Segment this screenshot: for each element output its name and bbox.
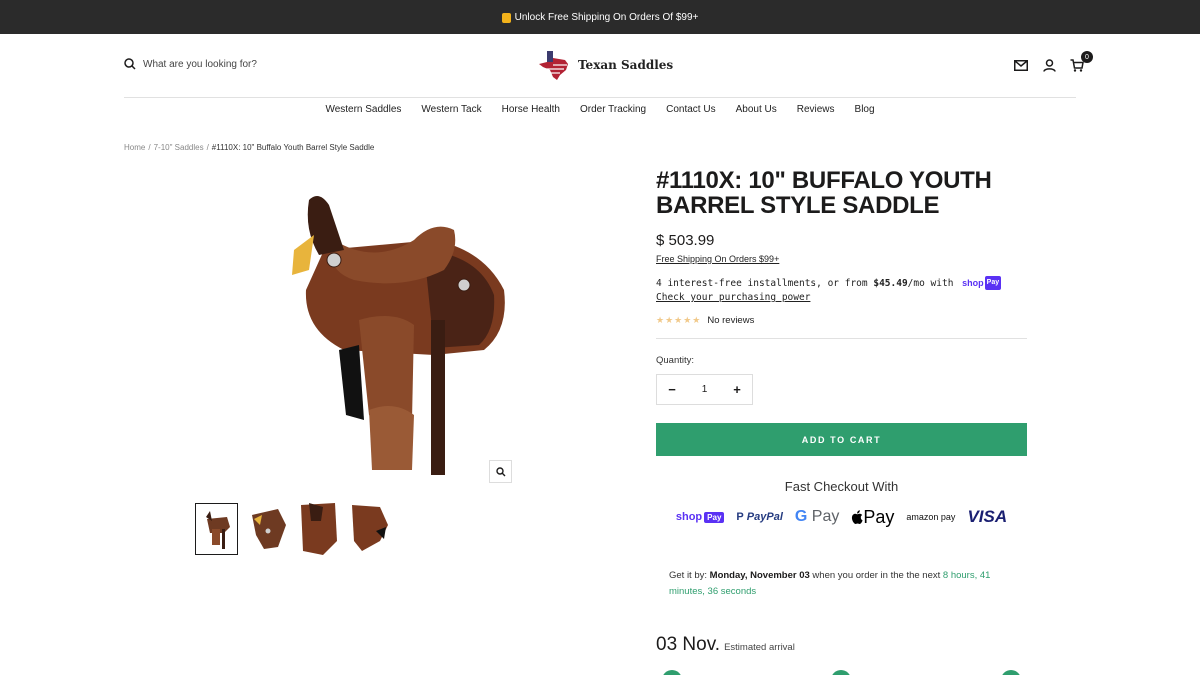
search-input[interactable] bbox=[143, 58, 343, 70]
check-purchasing-power-link[interactable]: Check your purchasing power bbox=[656, 292, 810, 303]
texas-flag-logo-icon bbox=[539, 51, 568, 80]
arrival-label: Estimated arrival bbox=[724, 642, 795, 653]
fast-checkout-heading: Fast Checkout With bbox=[784, 479, 899, 494]
product-title: #1110X: 10" Buffalo Youth Barrel Style S… bbox=[656, 167, 992, 219]
nav-horse-health[interactable]: Horse Health bbox=[502, 104, 560, 115]
thumbnail-1[interactable] bbox=[195, 503, 238, 555]
quantity-stepper: − 1 + bbox=[656, 374, 753, 405]
breadcrumb-current: #1110X: 10" Buffalo Youth Barrel Style S… bbox=[211, 143, 375, 152]
cart-count-badge: 0 bbox=[1081, 51, 1093, 63]
breadcrumb-separator: / bbox=[148, 143, 151, 152]
add-to-cart-button[interactable]: ADD TO CART bbox=[656, 423, 1027, 456]
header-divider bbox=[124, 97, 1076, 98]
installments-prefix: 4 interest-free installments, or from bbox=[656, 278, 874, 289]
quantity-label: Quantity: bbox=[656, 355, 695, 366]
apple-pay-text: Pay bbox=[863, 506, 895, 527]
logo-text: Texan Saddles bbox=[578, 58, 674, 72]
shop-pay-logo: shop Pay bbox=[676, 511, 725, 523]
thumbnail-list bbox=[195, 503, 391, 555]
breadcrumb-home[interactable]: Home bbox=[124, 143, 145, 152]
google-pay-logo: G Pay bbox=[795, 508, 839, 526]
site-logo[interactable]: Texan Saddles bbox=[537, 48, 673, 82]
paypal-logo-text: PayPal bbox=[746, 511, 783, 523]
info-divider bbox=[656, 338, 1027, 339]
installments-amount: $45.49 bbox=[873, 278, 908, 289]
visa-logo: VISA bbox=[967, 507, 1008, 526]
search-bar[interactable] bbox=[124, 58, 343, 70]
timeline-step-icon bbox=[1001, 670, 1021, 675]
estimated-arrival: 03 Nov. Estimated arrival bbox=[656, 634, 1027, 656]
paypal-logo: P PayPal bbox=[736, 511, 783, 523]
nav-western-tack[interactable]: Western Tack bbox=[421, 104, 481, 115]
apple-icon bbox=[852, 509, 863, 524]
shop-pay-logo-shop: shop bbox=[675, 511, 703, 523]
header-icons: 0 bbox=[1013, 51, 1093, 73]
cart-icon[interactable]: 0 bbox=[1069, 51, 1093, 73]
timeline-step-icon bbox=[662, 670, 682, 675]
product-gallery bbox=[124, 160, 584, 580]
nav-order-tracking[interactable]: Order Tracking bbox=[580, 104, 646, 115]
product-price: $ 503.99 bbox=[656, 232, 715, 249]
nav-about-us[interactable]: About Us bbox=[736, 104, 777, 115]
nav-western-saddles[interactable]: Western Saddles bbox=[325, 104, 401, 115]
search-icon[interactable] bbox=[124, 58, 136, 70]
google-g-icon: G bbox=[794, 508, 808, 525]
announcement-bar: Unlock Free Shipping On Orders Of $99+ bbox=[0, 0, 1200, 34]
amazon-pay-logo: amazon pay bbox=[906, 512, 956, 522]
site-header: Texan Saddles 0 bbox=[0, 34, 1200, 98]
breadcrumb-category[interactable]: 7-10" Saddles bbox=[154, 143, 204, 152]
installments-suffix: /mo with bbox=[907, 278, 954, 289]
arrival-date: 03 Nov. bbox=[656, 634, 721, 655]
delivery-date: Monday, November 03 bbox=[709, 570, 810, 581]
shop-pay-badge: shop Pay bbox=[962, 276, 1002, 290]
main-nav: Western Saddles Western Tack Horse Healt… bbox=[0, 104, 1200, 115]
breadcrumb: Home/7-10" Saddles / #1110X: 10" Buffalo Y… bbox=[124, 143, 374, 152]
installments-info: 4 interest-free installments, or from $4… bbox=[656, 276, 1027, 305]
account-icon[interactable] bbox=[1041, 57, 1057, 73]
quantity-decrease-button[interactable]: − bbox=[667, 382, 677, 397]
thumbnail-3[interactable] bbox=[297, 503, 340, 555]
delivery-timeline bbox=[660, 670, 1022, 675]
thumbnail-4[interactable] bbox=[348, 503, 391, 555]
product-main-image[interactable] bbox=[284, 180, 514, 480]
mail-icon[interactable] bbox=[1013, 57, 1029, 73]
nav-reviews[interactable]: Reviews bbox=[797, 104, 835, 115]
quantity-value[interactable]: 1 bbox=[702, 384, 708, 395]
star-rating-icon: ★★★★★ bbox=[656, 315, 702, 325]
apple-pay-logo: Pay bbox=[851, 507, 894, 528]
delivery-prefix: Get it by: bbox=[669, 570, 710, 581]
rating-text: No reviews bbox=[707, 315, 755, 326]
zoom-icon bbox=[495, 466, 505, 476]
lock-icon bbox=[501, 13, 511, 23]
delivery-estimate: Get it by: Monday, November 03 when you … bbox=[656, 568, 996, 600]
nav-contact-us[interactable]: Contact Us bbox=[666, 104, 715, 115]
free-shipping-link[interactable]: Free Shipping On Orders $99+ bbox=[656, 254, 1027, 264]
announcement-text: Unlock Free Shipping On Orders Of $99+ bbox=[514, 11, 699, 23]
timeline-step-icon bbox=[831, 670, 851, 675]
zoom-button[interactable] bbox=[489, 460, 512, 483]
breadcrumb-separator: / bbox=[206, 143, 209, 152]
product-info: #1110X: 10" Buffalo Youth Barrel Style S… bbox=[656, 168, 1027, 656]
nav-blog[interactable]: Blog bbox=[855, 104, 875, 115]
shop-pay-pay-text: Pay bbox=[984, 276, 1002, 290]
shop-pay-shop-text: shop bbox=[962, 278, 984, 288]
delivery-middle: when you order in the the next bbox=[809, 570, 943, 581]
thumbnail-2[interactable] bbox=[246, 503, 289, 555]
google-pay-text: Pay bbox=[811, 508, 840, 525]
quantity-increase-button[interactable]: + bbox=[732, 382, 742, 397]
payment-logos: shop Pay P PayPal G Pay Pay amazon pay VI… bbox=[656, 506, 1027, 528]
rating[interactable]: ★★★★★ No reviews bbox=[656, 315, 1027, 326]
shop-pay-logo-pay: Pay bbox=[704, 511, 725, 523]
